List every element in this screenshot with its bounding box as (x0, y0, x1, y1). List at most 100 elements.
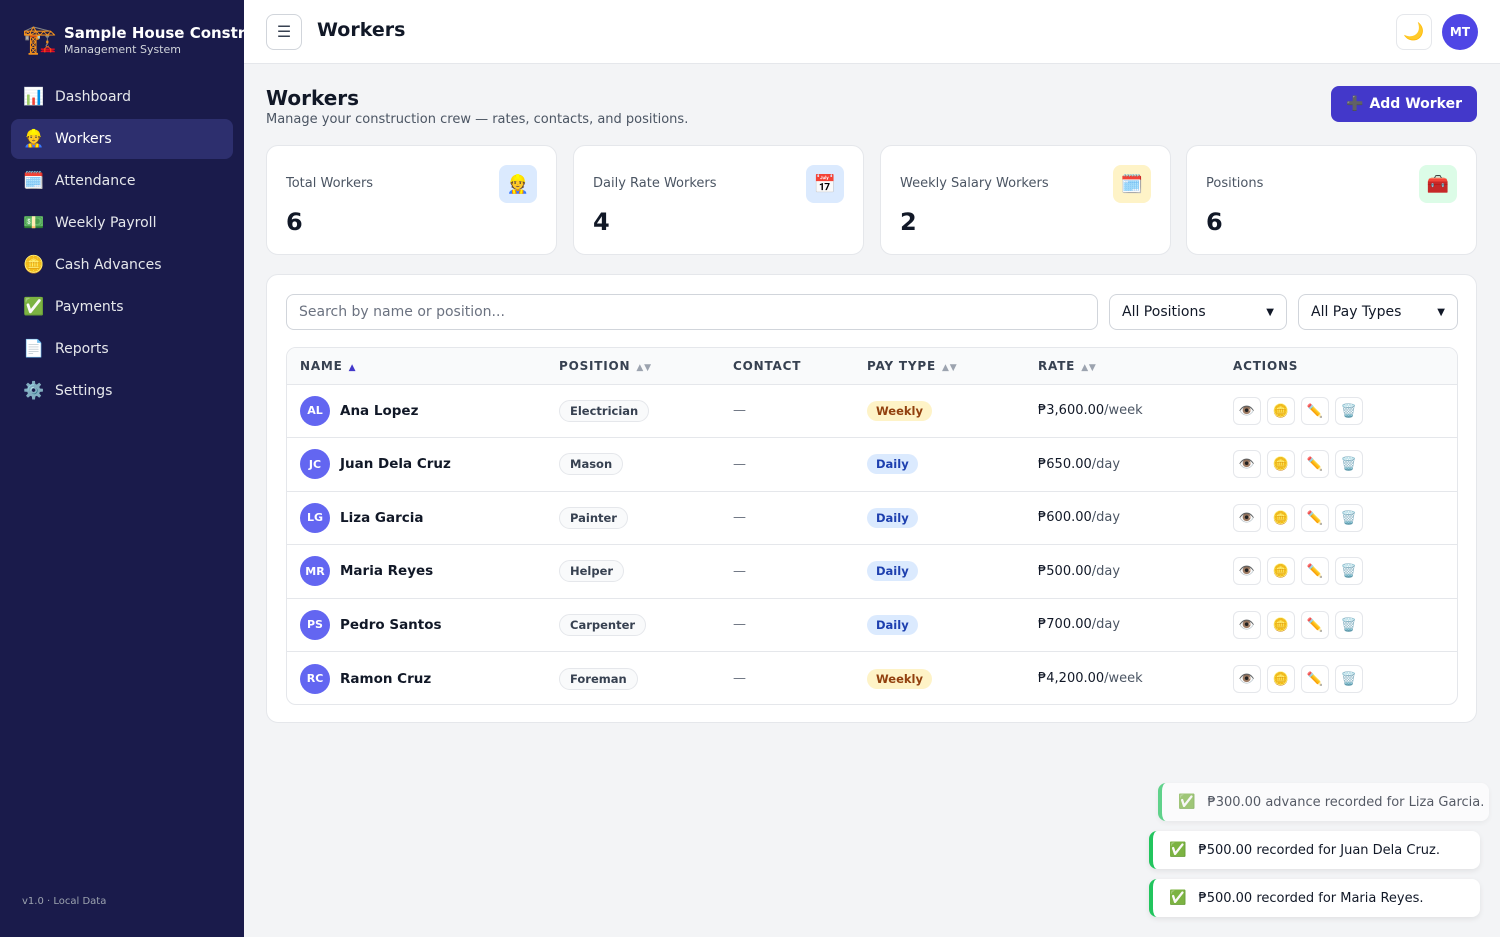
search-input[interactable] (286, 294, 1098, 330)
view-button[interactable]: 👁️ (1233, 450, 1261, 479)
rate-unit: /day (1091, 510, 1121, 526)
delete-button[interactable]: 🗑️ (1335, 450, 1363, 479)
add-worker-button[interactable]: ➕ Add Worker (1331, 86, 1477, 122)
brand[interactable]: 🏗️ Sample House Construction Management … (22, 24, 244, 56)
column-header-actions: ACTIONS (1220, 348, 1457, 385)
version-label: v1.0 · Local Data (22, 896, 107, 907)
cash-advance-button[interactable]: 🪙 (1267, 450, 1295, 479)
rate-amount: ₱500.00 (1038, 563, 1092, 579)
sidebar-item-workers[interactable]: 👷 Workers (11, 119, 233, 159)
toast-message: ₱500.00 recorded for Juan Dela Cruz. (1198, 842, 1440, 858)
view-button[interactable]: 👁️ (1233, 557, 1261, 586)
delete-button[interactable]: 🗑️ (1335, 396, 1363, 425)
workers-table: NAME ▲ POSITION ▲▼ CONTACT PAY TYPE ▲▼ RATE… (286, 347, 1458, 705)
document-icon: 📄 (23, 339, 45, 359)
rate-unit: /day (1091, 456, 1121, 472)
sort-icon: ▲▼ (941, 362, 958, 373)
toast-notification[interactable]: ✅ ₱500.00 recorded for Maria Reyes. (1149, 879, 1480, 917)
view-button[interactable]: 👁️ (1233, 664, 1261, 693)
trash-icon: 🗑️ (1340, 563, 1358, 579)
rate-unit: /day (1091, 563, 1121, 579)
delete-button[interactable]: 🗑️ (1335, 610, 1363, 639)
stat-value: 6 (1206, 208, 1223, 236)
page-header: Workers Manage your construction crew — … (266, 86, 688, 127)
contact-value: — (733, 671, 746, 686)
workers-card: All Positions ▼ All Pay Types ▼ NAME▲ PO… (266, 274, 1477, 723)
sidebar-item-cash-advances[interactable]: 🪙 Cash Advances (11, 245, 233, 285)
view-button[interactable]: 👁️ (1233, 610, 1261, 639)
table-header-row: NAME ▲ POSITION ▲▼ CONTACT PAY TYPE ▲▼ RATE… (287, 348, 1457, 385)
stat-label: Daily Rate Workers (593, 176, 717, 191)
pay-type-badge: Daily (867, 561, 918, 582)
rate-amount: ₱600.00 (1038, 510, 1092, 526)
column-header-position[interactable]: POSITION ▲▼ (546, 348, 720, 385)
calendar-icon: 📅 (806, 165, 844, 203)
column-header-contact: CONTACT (720, 348, 854, 385)
sidebar-item-reports[interactable]: 📄 Reports (11, 329, 233, 369)
gear-icon: ⚙️ (23, 381, 45, 401)
sidebar-item-label: Weekly Payroll (55, 215, 157, 231)
sidebar-item-dashboard[interactable]: 📊 Dashboard (11, 77, 233, 117)
page-subtitle: Manage your construction crew — rates, c… (266, 112, 689, 127)
sidebar-item-attendance[interactable]: 🗓️ Attendance (11, 161, 233, 201)
worker-name: Maria Reyes (340, 563, 434, 580)
worker-icon: 👷 (499, 165, 537, 203)
column-header-name[interactable]: NAME ▲ (287, 348, 546, 385)
sidebar-item-label: Reports (55, 341, 109, 357)
cash-advance-button[interactable]: 🪙 (1267, 503, 1295, 532)
sidebar: 🏗️ Sample House Construction Management … (0, 0, 244, 937)
coin-icon: 🪙 (1272, 402, 1290, 418)
delete-button[interactable]: 🗑️ (1335, 664, 1363, 693)
edit-button[interactable]: ✏️ (1301, 664, 1329, 693)
sidebar-item-weekly-payroll[interactable]: 💵 Weekly Payroll (11, 203, 233, 243)
cash-advance-button[interactable]: 🪙 (1267, 664, 1295, 693)
coin-icon: 🪙 (1272, 509, 1290, 525)
cash-advance-button[interactable]: 🪙 (1267, 610, 1295, 639)
column-header-rate[interactable]: RATE ▲▼ (1025, 348, 1220, 385)
toast-notification[interactable]: ✅ ₱500.00 recorded for Juan Dela Cruz. (1149, 831, 1480, 869)
view-button[interactable]: 👁️ (1233, 396, 1261, 425)
crane-icon: 🏗️ (22, 24, 57, 56)
coin-icon: 🪙 (1272, 616, 1290, 632)
sidebar-item-label: Settings (55, 383, 113, 399)
sidebar-item-settings[interactable]: ⚙️ Settings (11, 371, 233, 411)
column-header-pay-type[interactable]: PAY TYPE ▲▼ (854, 348, 1025, 385)
toast-notification[interactable]: ✅ ₱300.00 advance recorded for Liza Garc… (1158, 783, 1489, 821)
hamburger-icon: ☰ (276, 24, 292, 41)
edit-button[interactable]: ✏️ (1301, 396, 1329, 425)
edit-button[interactable]: ✏️ (1301, 503, 1329, 532)
coin-icon: 🪙 (1272, 670, 1290, 686)
stat-value: 6 (286, 208, 303, 236)
position-filter-select[interactable]: All Positions ▼ (1109, 294, 1287, 330)
check-icon: ✅ (23, 297, 45, 317)
sidebar-item-label: Payments (55, 299, 124, 315)
menu-button[interactable]: ☰ (266, 14, 302, 50)
paytype-filter-select[interactable]: All Pay Types ▼ (1298, 294, 1458, 330)
edit-button[interactable]: ✏️ (1301, 610, 1329, 639)
check-icon: ✅ (1178, 794, 1196, 810)
sidebar-nav: 📊 Dashboard 👷 Workers 🗓️ Attendance 💵 We… (11, 77, 233, 413)
theme-toggle-button[interactable]: 🌙 (1396, 14, 1432, 50)
view-button[interactable]: 👁️ (1233, 503, 1261, 532)
stat-label: Weekly Salary Workers (900, 176, 1049, 191)
rate-unit: /week (1104, 403, 1143, 419)
edit-button[interactable]: ✏️ (1301, 450, 1329, 479)
rate-amount: ₱700.00 (1038, 617, 1092, 633)
topbar-title: Workers (317, 19, 406, 41)
cash-advance-button[interactable]: 🪙 (1267, 396, 1295, 425)
worker-name: Ana Lopez (340, 402, 419, 419)
sidebar-item-payments[interactable]: ✅ Payments (11, 287, 233, 327)
position-badge: Carpenter (559, 613, 647, 636)
user-avatar[interactable]: MT (1442, 14, 1478, 50)
sort-icon: ▲▼ (1081, 362, 1097, 373)
coin-icon: 🪙 (1272, 456, 1290, 472)
cash-advance-button[interactable]: 🪙 (1267, 557, 1295, 586)
eye-icon: 👁️ (1238, 563, 1256, 579)
delete-button[interactable]: 🗑️ (1335, 557, 1363, 586)
edit-button[interactable]: ✏️ (1301, 557, 1329, 586)
pay-type-badge: Weekly (867, 400, 932, 421)
worker-avatar: RC (300, 663, 330, 694)
eye-icon: 👁️ (1238, 456, 1256, 472)
delete-button[interactable]: 🗑️ (1335, 503, 1363, 532)
contact-value: — (733, 510, 746, 526)
